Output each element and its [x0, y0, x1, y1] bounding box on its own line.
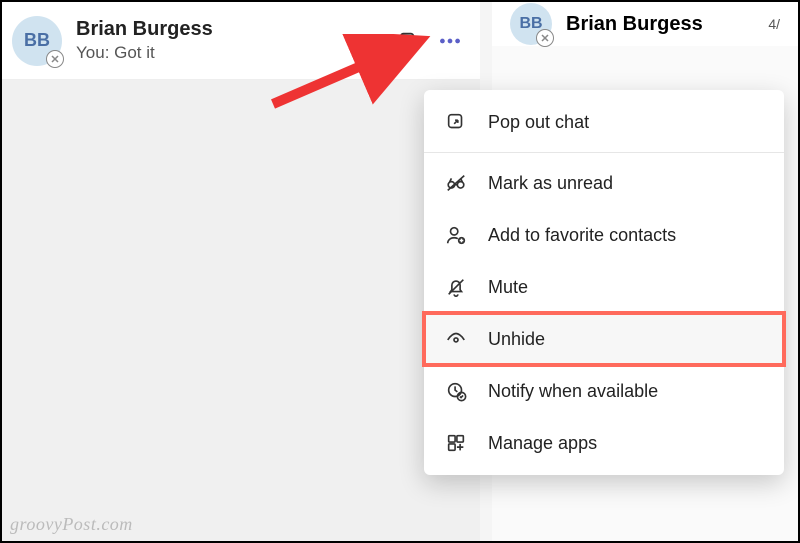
clock-check-icon — [444, 379, 468, 403]
menu-label: Mute — [488, 277, 528, 298]
person-add-icon — [444, 223, 468, 247]
menu-label: Pop out chat — [488, 112, 589, 133]
chat-header-name: Brian Burgess — [566, 13, 703, 36]
menu-item-mute[interactable]: Mute — [424, 261, 784, 313]
last-message: You: Got it — [76, 43, 394, 63]
bell-off-icon — [444, 275, 468, 299]
avatar: BB — [12, 16, 62, 66]
menu-item-add-favorite[interactable]: Add to favorite contacts — [424, 209, 784, 261]
menu-label: Manage apps — [488, 433, 597, 454]
chat-header-date: 4/ — [768, 16, 780, 32]
chat-list-pane: BB Brian Burgess You: Got it — [2, 2, 480, 541]
contact-name: Brian Burgess — [76, 18, 394, 41]
watermark: groovyPost.com — [10, 514, 133, 535]
avatar-initials: BB — [24, 30, 50, 51]
menu-item-manage-apps[interactable]: Manage apps — [424, 417, 784, 469]
popout-icon — [444, 110, 468, 134]
context-menu: Pop out chat Mark as unread Add to favor… — [424, 90, 784, 475]
menu-item-notify[interactable]: Notify when available — [424, 365, 784, 417]
presence-offline-icon — [536, 29, 554, 47]
presence-offline-icon — [46, 50, 64, 68]
chat-header: BB Brian Burgess 4/ — [492, 2, 798, 46]
menu-label: Add to favorite contacts — [488, 225, 676, 246]
more-options-button[interactable] — [436, 27, 464, 55]
popout-button[interactable] — [394, 27, 422, 55]
chat-list-item[interactable]: BB Brian Burgess You: Got it — [2, 2, 480, 80]
glasses-off-icon — [444, 171, 468, 195]
menu-label: Unhide — [488, 329, 545, 350]
menu-item-popout[interactable]: Pop out chat — [424, 96, 784, 148]
chat-item-actions — [394, 27, 464, 55]
eye-icon — [444, 327, 468, 351]
avatar: BB — [510, 3, 552, 45]
menu-item-unhide[interactable]: Unhide — [424, 313, 784, 365]
menu-label: Notify when available — [488, 381, 658, 402]
menu-separator — [424, 152, 784, 153]
apps-icon — [444, 431, 468, 455]
menu-label: Mark as unread — [488, 173, 613, 194]
menu-item-mark-unread[interactable]: Mark as unread — [424, 157, 784, 209]
chat-item-text: Brian Burgess You: Got it — [76, 18, 394, 63]
